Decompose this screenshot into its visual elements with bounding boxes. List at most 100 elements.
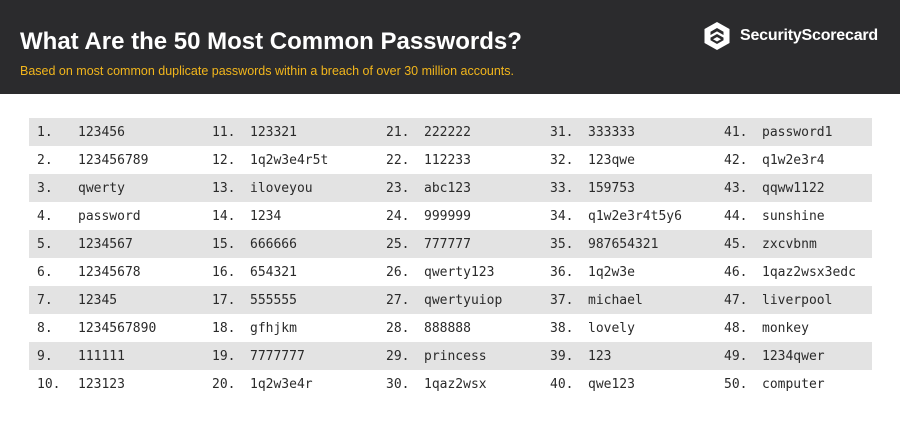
password-value: sunshine [762,208,825,224]
rank-number: 25. [386,236,410,252]
password-value: 888888 [424,320,471,336]
rank-number: 32. [550,152,574,168]
brand-name: SecurityScorecard [740,27,879,44]
rank-number: 3. [37,180,53,196]
password-value: 1234 [250,208,282,224]
password-value: 12345678 [78,264,141,280]
password-value: 12345 [78,292,118,308]
password-value: 1q2w3e4r5t [250,152,329,168]
password-value: 1qaz2wsx3edc [762,264,856,280]
password-value: 666666 [250,236,297,252]
rank-number: 49. [724,348,748,364]
password-value: 123 [588,348,612,364]
rank-number: 7. [37,292,53,308]
password-value: 159753 [588,180,635,196]
rank-number: 22. [386,152,410,168]
rank-number: 44. [724,208,748,224]
password-value: 777777 [424,236,471,252]
password-value: princess [424,348,487,364]
password-value: 555555 [250,292,297,308]
password-value: 123123 [78,376,125,392]
password-value: qwertyuiop [424,292,503,308]
rank-number: 33. [550,180,574,196]
rank-number: 1. [37,124,53,140]
password-value: qwe123 [588,376,635,392]
password-value: gfhjkm [250,320,297,336]
rank-number: 12. [212,152,236,168]
password-value: 333333 [588,124,635,140]
rank-number: 2. [37,152,53,168]
rank-number: 37. [550,292,574,308]
password-value: zxcvbnm [762,236,817,252]
password-value: 112233 [424,152,471,168]
password-value: 1234qwer [762,348,825,364]
rank-number: 18. [212,320,236,336]
rank-number: 10. [37,376,61,392]
rank-number: 6. [37,264,53,280]
rank-number: 21. [386,124,410,140]
password-value: lovely [588,320,635,336]
page-title: What Are the 50 Most Common Passwords? [20,28,522,55]
password-value: liverpool [762,292,833,308]
password-value: qwerty [78,180,125,196]
rank-number: 27. [386,292,410,308]
password-value: password1 [762,124,833,140]
rank-number: 4. [37,208,53,224]
rank-number: 29. [386,348,410,364]
password-value: 222222 [424,124,471,140]
rank-number: 30. [386,376,410,392]
password-value: 1234567890 [78,320,157,336]
rank-number: 26. [386,264,410,280]
password-value: iloveyou [250,180,313,196]
table-row: 1. 123456 11. 123321 21. 222222 31. 333333 41. pa… [29,118,872,146]
rank-number: 43. [724,180,748,196]
rank-number: 47. [724,292,748,308]
table-row: 5. 1234567 15. 666666 25. 777777 35. 987654321 4… [29,230,872,258]
rank-number: 24. [386,208,410,224]
rank-number: 15. [212,236,236,252]
rank-number: 45. [724,236,748,252]
password-value: password [78,208,141,224]
password-value: michael [588,292,643,308]
rank-number: 31. [550,124,574,140]
rank-number: 17. [212,292,236,308]
password-value: 1q2w3e4r [250,376,313,392]
rank-number: 34. [550,208,574,224]
rank-number: 14. [212,208,236,224]
table-row: 10. 123123 20. 1q2w3e4r 30. 1qaz2wsx 40. qwe123… [29,370,872,398]
table-row: 2. 123456789 12. 1q2w3e4r5t 22. 112233 32. 123q… [29,146,872,174]
rank-number: 8. [37,320,53,336]
brand-logo: SecurityScorecard [702,20,878,52]
securityscorecard-logo-icon [704,22,730,50]
table-row: 4. password 14. 1234 24. 999999 34. q1w2e3r4t5y… [29,202,872,230]
password-value: q1w2e3r4t5y6 [588,208,682,224]
password-value: 123456789 [78,152,149,168]
rank-number: 50. [724,376,748,392]
password-value: 123321 [250,124,297,140]
rank-number: 48. [724,320,748,336]
password-value: 123456 [78,124,125,140]
password-value: qwerty123 [424,264,495,280]
table-row: 3. qwerty 13. iloveyou 23. abc123 33. 159753 43.… [29,174,872,202]
rank-number: 23. [386,180,410,196]
table-row: 7. 12345 17. 555555 27. qwertyuiop 37. michael 4… [29,286,872,314]
rank-number: 28. [386,320,410,336]
page-subtitle: Based on most common duplicate passwords… [20,64,515,78]
passwords-table: 1. 123456 11. 123321 21. 222222 31. 333333 41. pa… [29,118,872,398]
password-value: 654321 [250,264,297,280]
table-row: 8. 1234567890 18. gfhjkm 28. 888888 38. lovely 4… [29,314,872,342]
rank-number: 46. [724,264,748,280]
password-value: abc123 [424,180,471,196]
rank-number: 36. [550,264,574,280]
rank-number: 11. [212,124,236,140]
rank-number: 9. [37,348,53,364]
password-value: monkey [762,320,809,336]
rank-number: 35. [550,236,574,252]
rank-number: 38. [550,320,574,336]
password-value: 1234567 [78,236,133,252]
rank-number: 5. [37,236,53,252]
password-value: 987654321 [588,236,659,252]
password-value: 1q2w3e [588,264,635,280]
table-row: 9. 111111 19. 7777777 29. princess 39. 123 49. 12… [29,342,872,370]
rank-number: 20. [212,376,236,392]
